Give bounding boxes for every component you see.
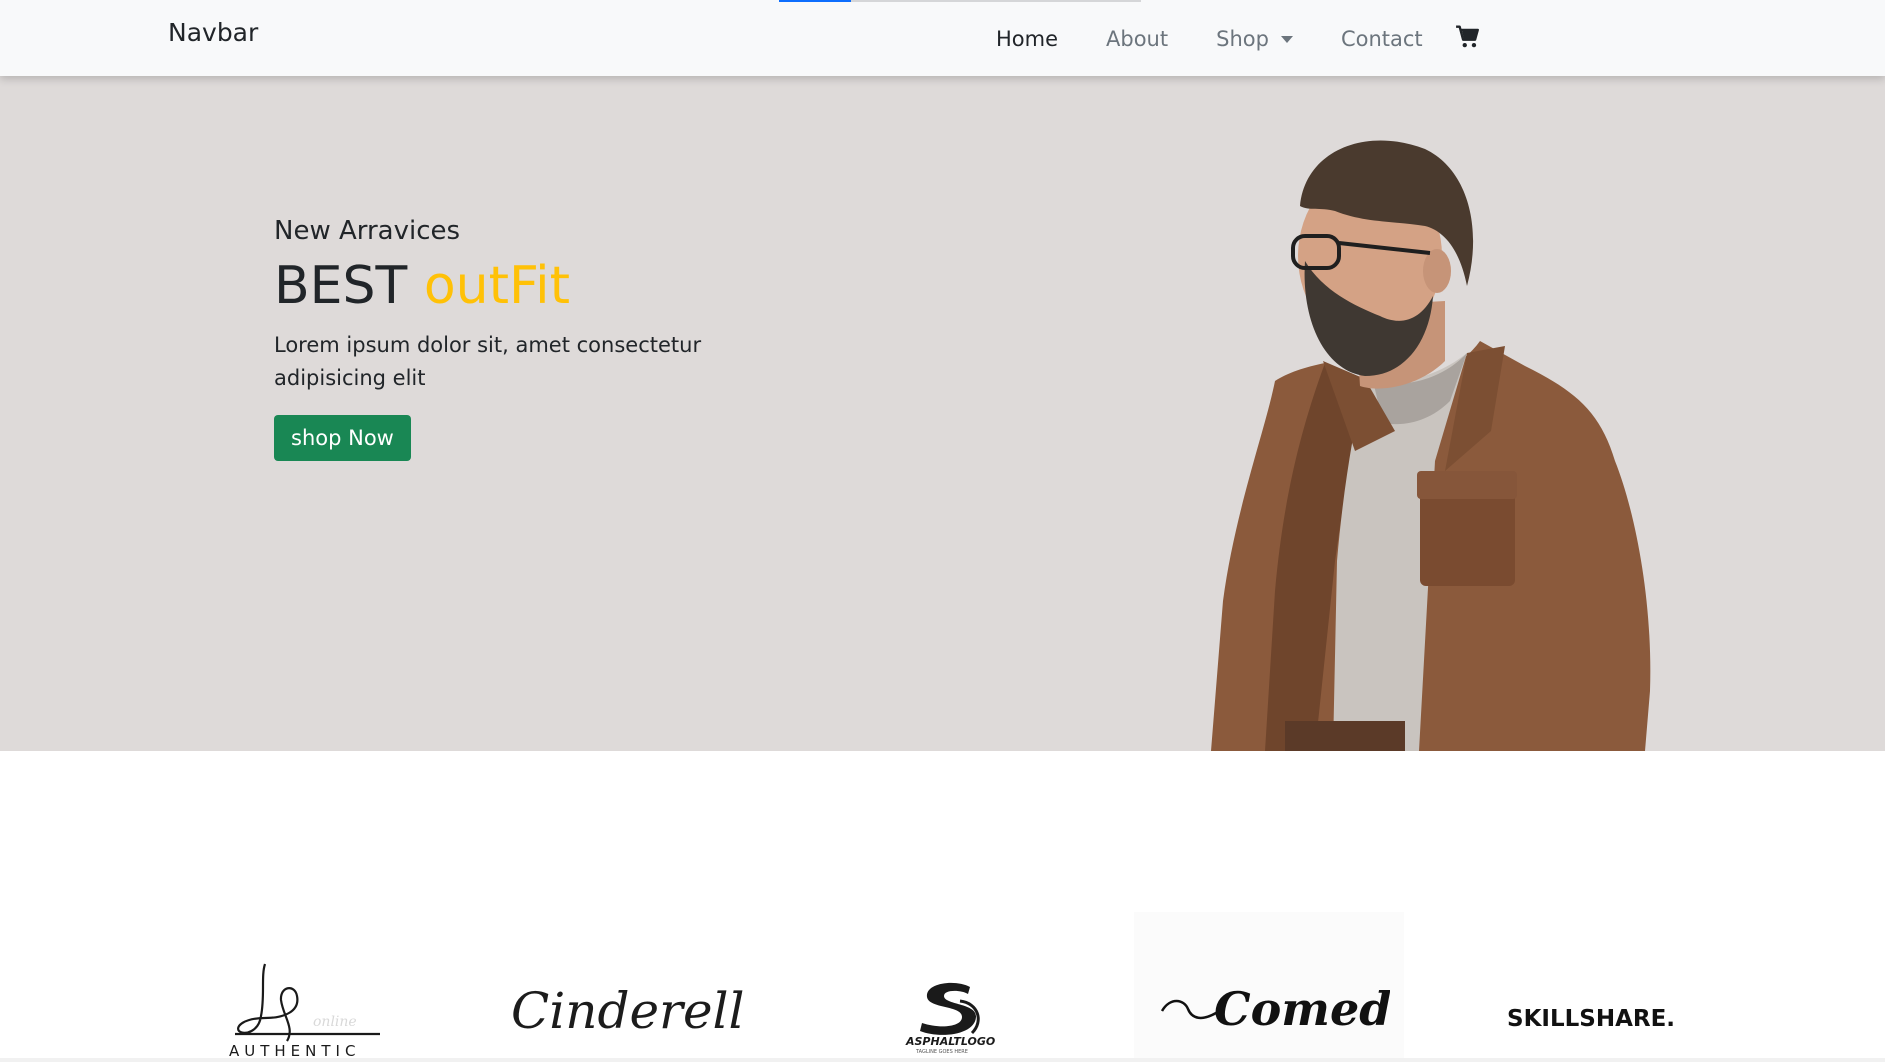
navbar: Navbar Home About Shop Contact xyxy=(0,0,1885,76)
headline-accent: outFit xyxy=(423,256,570,316)
page-load-progress-bar xyxy=(779,0,1141,2)
hero-text: New Arravices BEST outFit Lorem ipsum do… xyxy=(274,216,714,462)
nav-shop-dropdown[interactable]: Shop xyxy=(1216,27,1293,51)
brand-logo-asphalt: ASPHALTLOGO TAGLINE GOES HERE xyxy=(905,982,995,1055)
nav-shop-label: Shop xyxy=(1216,27,1269,51)
skillshare-text: SKILLSHARE. xyxy=(1507,1006,1675,1032)
nav-about-link[interactable]: About xyxy=(1106,27,1168,51)
comedy-text: Comedy xyxy=(1214,982,1390,1036)
nav-contact-link[interactable]: Contact xyxy=(1341,27,1423,51)
hero-subtitle: New Arravices xyxy=(274,216,461,246)
headline-main: BEST xyxy=(274,256,408,316)
nav-home-link[interactable]: Home xyxy=(996,27,1058,51)
brand-logo-comedy: Comedy xyxy=(1160,982,1390,1036)
horizontal-scrollbar[interactable] xyxy=(0,1058,1885,1062)
nav-links: Home About Shop Contact xyxy=(996,24,1471,54)
brand-logos-section: online AUTHENTIC Cinderella ASPHALTLOGO … xyxy=(0,751,1885,1062)
hero-description: Lorem ipsum dolor sit, amet consectetur … xyxy=(274,333,702,391)
asphalt-tagline: TAGLINE GOES HERE xyxy=(915,1049,968,1055)
chevron-down-icon xyxy=(1280,35,1293,43)
asphalt-text: ASPHALTLOGO xyxy=(905,1035,995,1048)
shop-now-button[interactable]: shop Now xyxy=(274,415,411,462)
authentic-sub-text: online xyxy=(313,1014,357,1030)
brand-logo-skillshare: SKILLSHARE. xyxy=(1507,1006,1675,1032)
brand-logo-authentic: online AUTHENTIC xyxy=(229,963,380,1060)
brand-logo-cinderella: Cinderella xyxy=(511,982,745,1040)
progress-fill xyxy=(779,0,851,2)
hero-model-image xyxy=(1211,140,1651,751)
hero-headline: BEST outFit xyxy=(274,256,714,316)
hero-section: New Arravices BEST outFit Lorem ipsum do… xyxy=(0,76,1885,751)
cinderella-text: Cinderella xyxy=(511,982,745,1040)
navbar-brand[interactable]: Navbar xyxy=(168,18,258,47)
shopping-cart-icon[interactable] xyxy=(1455,24,1481,50)
